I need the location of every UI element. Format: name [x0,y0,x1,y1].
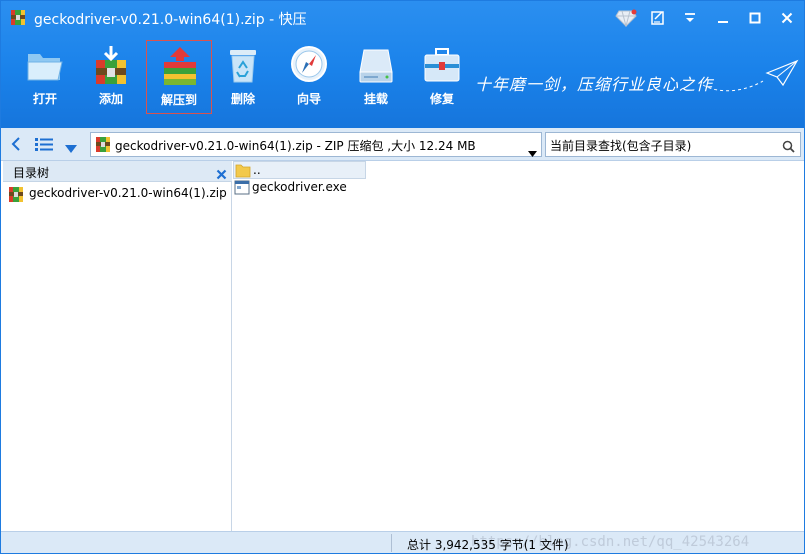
open-label: 打开 [32,92,57,106]
file-list: .. geckodriver.exe [233,161,804,531]
mount-label: 挂载 [363,92,388,106]
delete-label: 删除 [230,92,255,106]
add-label: 添加 [98,92,123,106]
title-bar[interactable]: geckodriver-v0.21.0-win64(1).zip - 快压 [1,1,804,35]
compass-icon [291,46,327,82]
toolbox-icon [424,48,460,82]
file-row[interactable]: geckodriver.exe [233,179,433,197]
mount-button[interactable]: 挂载 [343,40,409,114]
list-view-icon[interactable] [34,136,54,156]
parent-folder-row[interactable]: .. [233,161,366,179]
zip-archive-icon [9,187,23,202]
folder-icon [235,164,251,178]
add-archive-icon [96,46,126,84]
paper-plane-icon [701,55,801,99]
search-field[interactable]: 当前目录查找(包含子目录) [545,132,801,157]
feedback-icon[interactable] [646,7,670,29]
tree-title: 目录树 [13,166,50,180]
toolbar: 打开 添加 解压到 删除 向导 挂载 修复 十年磨一剑，压缩行业良心之作 [1,35,804,128]
slogan-text: 十年磨一剑，压缩行业良心之作 [475,75,714,94]
top-band: geckodriver-v0.21.0-win64(1).zip - 快压 打开… [1,1,804,128]
close-tree-icon[interactable] [216,165,227,184]
drive-icon [359,49,393,83]
status-bar: https://blog.csdn.net/qq_42543264 总计 3,9… [1,531,804,553]
extract-to-label: 解压到 [160,93,197,107]
archive-app-icon [10,9,26,26]
address-bar-row: geckodriver-v0.21.0-win64(1).zip - ZIP 压… [1,128,804,161]
folder-open-icon [27,54,63,81]
path-text: geckodriver-v0.21.0-win64(1).zip - ZIP 压… [115,139,476,153]
path-combobox[interactable]: geckodriver-v0.21.0-win64(1).zip - ZIP 压… [90,132,542,157]
tree-header: 目录树 [3,161,232,182]
extract-to-button[interactable]: 解压到 [146,40,212,114]
diamond-icon[interactable] [614,7,638,29]
search-icon[interactable] [782,138,795,157]
menu-dropdown-icon[interactable] [678,7,702,29]
open-button[interactable]: 打开 [12,40,78,114]
chevron-down-icon[interactable] [528,142,537,161]
recycle-bin-icon [230,50,256,83]
directory-tree-panel: 目录树 geckodriver-v0.21.0-win64(1).zip [3,161,232,531]
add-button[interactable]: 添加 [78,40,144,114]
back-icon[interactable] [10,136,22,156]
minimize-icon[interactable] [711,7,735,29]
status-divider [391,534,392,552]
repair-button[interactable]: 修复 [409,40,475,114]
app-window: geckodriver-v0.21.0-win64(1).zip - 快压 打开… [0,0,805,554]
view-dropdown-icon[interactable] [64,139,78,158]
maximize-icon[interactable] [743,7,767,29]
zip-archive-icon [95,136,111,157]
close-icon[interactable] [775,7,799,29]
wizard-label: 向导 [296,92,321,106]
status-summary: 总计 3,942,535 字节(1 文件) [407,538,569,552]
window-title: geckodriver-v0.21.0-win64(1).zip - 快压 [34,12,307,28]
file-name: .. [253,163,261,177]
extract-archive-icon [164,47,196,85]
file-name: geckodriver.exe [252,180,347,194]
executable-icon [234,180,250,195]
search-input[interactable]: 当前目录查找(包含子目录) [550,137,770,154]
repair-label: 修复 [429,92,454,106]
wizard-button[interactable]: 向导 [276,40,342,114]
tree-item-label: geckodriver-v0.21.0-win64(1).zip [29,186,227,200]
delete-button[interactable]: 删除 [210,40,276,114]
